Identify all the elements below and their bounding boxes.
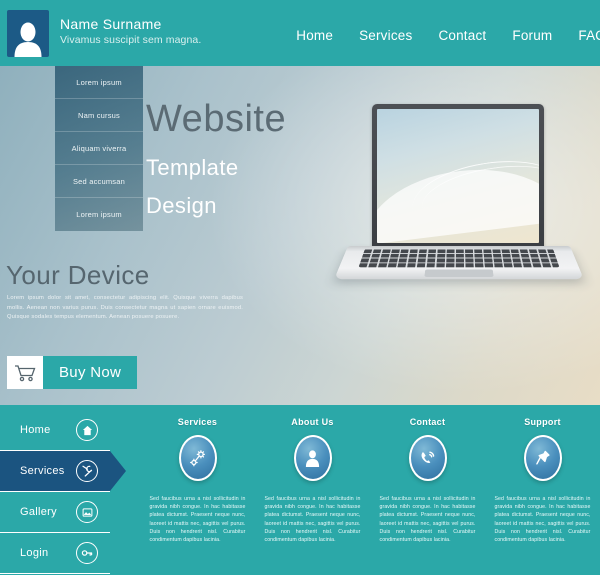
image-icon [76, 501, 98, 523]
dropdown-item[interactable]: Nam cursus [55, 99, 143, 132]
nav-forum[interactable]: Forum [512, 28, 552, 43]
dropdown-menu: Lorem ipsum Nam cursus Aliquam viverra S… [55, 66, 143, 231]
pin-icon[interactable] [523, 435, 562, 481]
website-template-mockup: Name Surname Vivamus suscipit sem magna.… [0, 0, 600, 575]
dropdown-item[interactable]: Lorem ipsum [55, 66, 143, 99]
shopping-cart-icon[interactable] [7, 356, 43, 389]
feature-title: Services [177, 417, 218, 427]
feature-body: Sed faucibus urna a nisl sollicitudin in… [494, 496, 591, 544]
feature-body: Sed faucibus urna a nisl sollicitudin in… [264, 496, 361, 544]
footer-section: Home Services Gallery Login Services Sed… [0, 405, 600, 575]
user-tagline: Vivamus suscipit sem magna. [60, 34, 202, 46]
dropdown-item[interactable]: Lorem ipsum [55, 198, 143, 231]
device-title: Your Device [6, 260, 150, 290]
feature-title: Contact [409, 417, 446, 427]
key-icon [76, 542, 98, 564]
sidebar-item-label: Services [20, 465, 65, 477]
feature-title: About Us [291, 417, 334, 427]
nav-faq[interactable]: FAQ [578, 28, 600, 43]
nav-services[interactable]: Services [359, 28, 412, 43]
hero-title: Website [146, 98, 287, 140]
phone-icon[interactable] [408, 435, 447, 481]
dropdown-item[interactable]: Sed accumsan [55, 165, 143, 198]
home-icon [76, 419, 98, 441]
person-icon [14, 22, 42, 57]
sidebar-item-label: Gallery [20, 506, 57, 518]
sidebar-item-label: Home [20, 424, 51, 436]
feature-services: Services Sed faucibus urna a nisl sollic… [140, 417, 255, 544]
laptop-illustration [318, 86, 588, 396]
buy-now-group[interactable]: Buy Now [7, 356, 138, 389]
dropdown-item[interactable]: Aliquam viverra [55, 132, 143, 165]
device-body: Lorem ipsum dolor sit amet, consectetur … [7, 295, 243, 320]
feature-body: Sed faucibus urna a nisl sollicitudin in… [149, 496, 246, 544]
top-header-bar: Name Surname Vivamus suscipit sem magna.… [0, 0, 600, 66]
user-name: Name Surname [60, 16, 162, 32]
sidebar-item-login[interactable]: Login [0, 533, 110, 574]
feature-body: Sed faucibus urna a nisl sollicitudin in… [379, 496, 476, 544]
sidebar-item-label: Login [20, 547, 49, 559]
hero-subtitle-1: Template [146, 155, 239, 180]
wrench-icon [76, 460, 98, 482]
laptop-screen [377, 109, 539, 243]
hero-subtitle-2: Design [146, 193, 217, 218]
identity-block: Name Surname Vivamus suscipit sem magna. [60, 16, 201, 48]
gears-icon[interactable] [178, 435, 217, 481]
sidebar-item-gallery[interactable]: Gallery [0, 492, 110, 533]
feature-about-us: About Us Sed faucibus urna a nisl sollic… [255, 417, 370, 544]
laptop-trackpad [424, 269, 494, 278]
laptop-keyboard [358, 248, 560, 268]
feature-support: Support Sed faucibus urna a nisl sollici… [485, 417, 600, 544]
nav-contact[interactable]: Contact [438, 28, 486, 43]
nav-home[interactable]: Home [296, 28, 333, 43]
main-navigation: Home Services Contact Forum FAQ [296, 28, 600, 43]
buy-now-button[interactable]: Buy Now [43, 356, 138, 389]
feature-title: Support [524, 417, 561, 427]
sidebar-item-services[interactable]: Services [0, 451, 126, 492]
hero-section: Lorem ipsum Nam cursus Aliquam viverra S… [0, 66, 600, 405]
sidebar-item-home[interactable]: Home [0, 410, 110, 451]
sidebar-menu: Home Services Gallery Login [0, 410, 126, 574]
laptop-base [334, 246, 584, 280]
feature-contact: Contact Sed faucibus urna a nisl sollici… [370, 417, 485, 544]
feature-columns: Services Sed faucibus urna a nisl sollic… [140, 417, 600, 544]
laptop-lid [372, 104, 544, 252]
person-icon[interactable] [293, 435, 332, 481]
avatar [7, 10, 49, 57]
